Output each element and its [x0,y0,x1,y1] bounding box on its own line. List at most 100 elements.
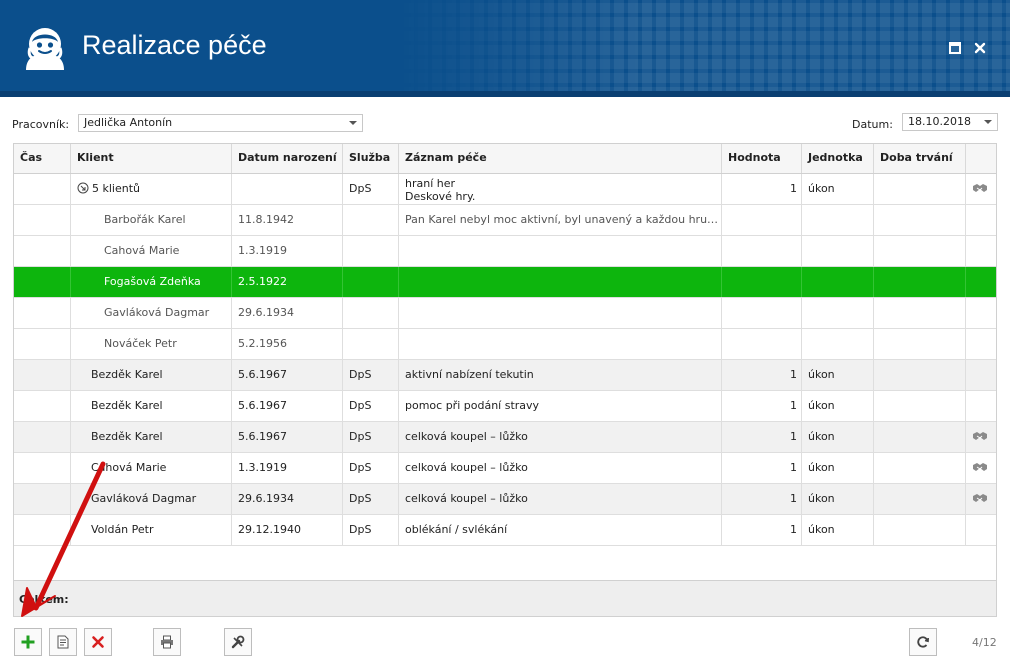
cell-value: 1 [722,484,802,514]
cell-client: Bezděk Karel [71,360,232,390]
table-row[interactable]: Cahová Marie 1.3.1919 DpS celková koupel… [14,453,996,484]
maximize-icon[interactable] [948,41,962,55]
cell-duration [874,205,966,235]
table-row-subclient[interactable]: Barbořák Karel 11.8.1942 Pan Karel nebyl… [14,205,996,236]
worker-select[interactable]: Jedlička Antonín [78,114,363,132]
cell-unit: úkon [802,174,874,204]
column-header-duration[interactable]: Doba trvání [874,144,966,173]
cell-unit: úkon [802,453,874,483]
cell-service [343,329,399,359]
cell-client-text: 5 klientů [92,182,141,195]
app-header: Realizace péče [0,0,1010,97]
handshake-icon[interactable] [972,492,988,504]
chevron-down-icon [984,120,992,124]
cell-birthdate [232,174,343,204]
cell-action [966,515,996,545]
date-label: Datum: [852,118,893,131]
print-button[interactable] [153,628,181,656]
cell-record: celková koupel – lůžko [399,422,722,452]
date-select[interactable]: 18.10.2018 [902,113,998,131]
cell-birthdate: 5.6.1967 [232,391,343,421]
cell-value: 1 [722,515,802,545]
refresh-button[interactable] [909,628,937,656]
cell-client: Cahová Marie [71,236,232,266]
cell-time [14,267,71,297]
table-row[interactable]: Bezděk Karel 5.6.1967 DpS celková koupel… [14,422,996,453]
edit-button[interactable] [49,628,77,656]
tools-button[interactable] [224,628,252,656]
tools-icon [231,635,245,649]
cell-record-line1: hraní her [405,177,456,190]
cell-time [14,515,71,545]
plus-icon [21,635,35,649]
column-header-birthdate[interactable]: Datum narození [232,144,343,173]
cell-unit: úkon [802,422,874,452]
cell-action [966,329,996,359]
column-header-service[interactable]: Služba [343,144,399,173]
cell-value: 1 [722,422,802,452]
column-header-record[interactable]: Záznam péče [399,144,722,173]
table-row-subclient[interactable]: Cahová Marie 1.3.1919 [14,236,996,267]
cell-record [399,298,722,328]
table-row[interactable]: Gavláková Dagmar 29.6.1934 DpS celková k… [14,484,996,515]
cell-record: celková koupel – lůžko [399,453,722,483]
cell-value [722,298,802,328]
cell-unit [802,236,874,266]
cell-duration [874,484,966,514]
table-row-subclient[interactable]: Gavláková Dagmar 29.6.1934 [14,298,996,329]
cell-birthdate: 29.12.1940 [232,515,343,545]
close-icon[interactable] [973,41,987,55]
column-header-value[interactable]: Hodnota [722,144,802,173]
delete-button[interactable] [84,628,112,656]
date-select-value: 18.10.2018 [908,115,971,128]
table-row-group[interactable]: 5 klientů DpS hraní her Deskové hry. 1 ú… [14,174,996,205]
cell-record: pomoc při podání stravy [399,391,722,421]
cell-value: 1 [722,391,802,421]
cell-service: DpS [343,515,399,545]
cell-record: Pan Karel nebyl moc aktivní, byl unavený… [399,205,722,235]
cell-action [966,236,996,266]
cell-service: DpS [343,174,399,204]
table-row-subclient[interactable]: Nováček Petr 5.2.1956 [14,329,996,360]
cell-duration [874,267,966,297]
table-row[interactable]: Bezděk Karel 5.6.1967 DpS aktivní nabíze… [14,360,996,391]
grid-footer: Celkem: [14,580,996,616]
table-row[interactable]: Bezděk Karel 5.6.1967 DpS pomoc při podá… [14,391,996,422]
cell-client: Bezděk Karel [71,391,232,421]
cell-time [14,205,71,235]
cell-birthdate: 29.6.1934 [232,298,343,328]
cell-value [722,236,802,266]
cell-time [14,298,71,328]
cell-client: 5 klientů [71,174,232,204]
cell-client: Voldán Petr [71,515,232,545]
cell-duration [874,360,966,390]
handshake-icon[interactable] [972,430,988,442]
chevron-down-icon [349,121,357,125]
worker-label: Pracovník: [12,118,70,131]
add-button[interactable] [14,628,42,656]
column-header-unit[interactable]: Jednotka [802,144,874,173]
cell-record [399,329,722,359]
cell-duration [874,329,966,359]
expand-circle-icon[interactable] [77,182,89,194]
cell-service [343,298,399,328]
cell-service: DpS [343,391,399,421]
cell-record: hraní her Deskové hry. [399,174,722,204]
table-row[interactable]: Voldán Petr 29.12.1940 DpS oblékání / sv… [14,515,996,546]
page-indicator: 4/12 [972,636,997,649]
header-pattern [390,0,1010,97]
cell-time [14,360,71,390]
cell-birthdate: 5.2.1956 [232,329,343,359]
cell-value [722,267,802,297]
column-header-time[interactable]: Čas [14,144,71,173]
cell-client: Fogašová Zdeňka [71,267,232,297]
handshake-icon[interactable] [972,461,988,473]
cell-record [399,236,722,266]
table-row-selected[interactable]: Fogašová Zdeňka 2.5.1922 [14,267,996,298]
cell-duration [874,298,966,328]
cell-client: Bezděk Karel [71,422,232,452]
cell-action [966,391,996,421]
handshake-icon[interactable] [972,182,988,194]
column-header-client[interactable]: Klient [71,144,232,173]
cell-birthdate: 5.6.1967 [232,422,343,452]
